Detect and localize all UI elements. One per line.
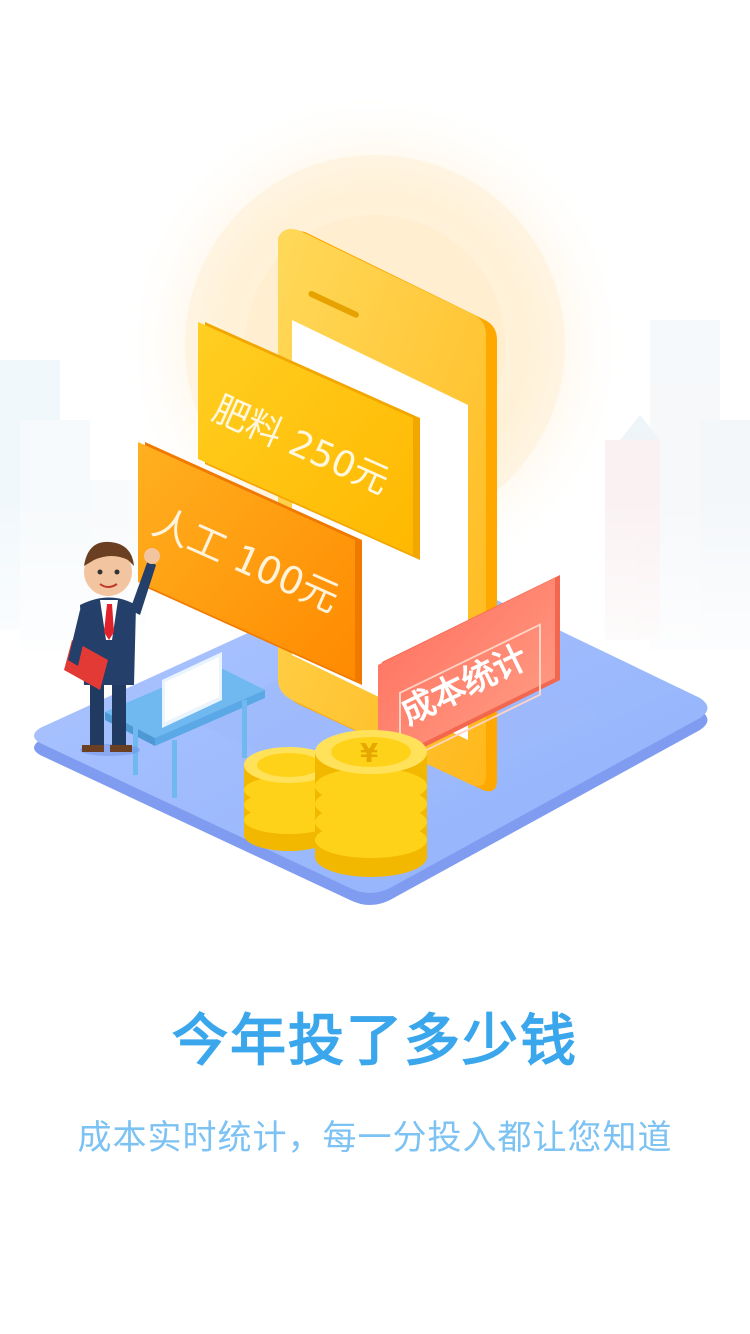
onboarding-screen: 肥料 250元 人工 100元 成本统计 ¥ 今年投了多少钱 成本实时统计，每一… <box>0 0 750 1334</box>
cost-statistics-illustration: 肥料 250元 人工 100元 成本统计 ¥ <box>0 90 750 905</box>
coin-symbol: ¥ <box>360 739 378 769</box>
page-headline: 今年投了多少钱 <box>172 1009 578 1074</box>
coin-stack-right: ¥ <box>315 730 427 877</box>
page-subtitle: 成本实时统计，每一分投入都让您知道 <box>77 1118 673 1158</box>
